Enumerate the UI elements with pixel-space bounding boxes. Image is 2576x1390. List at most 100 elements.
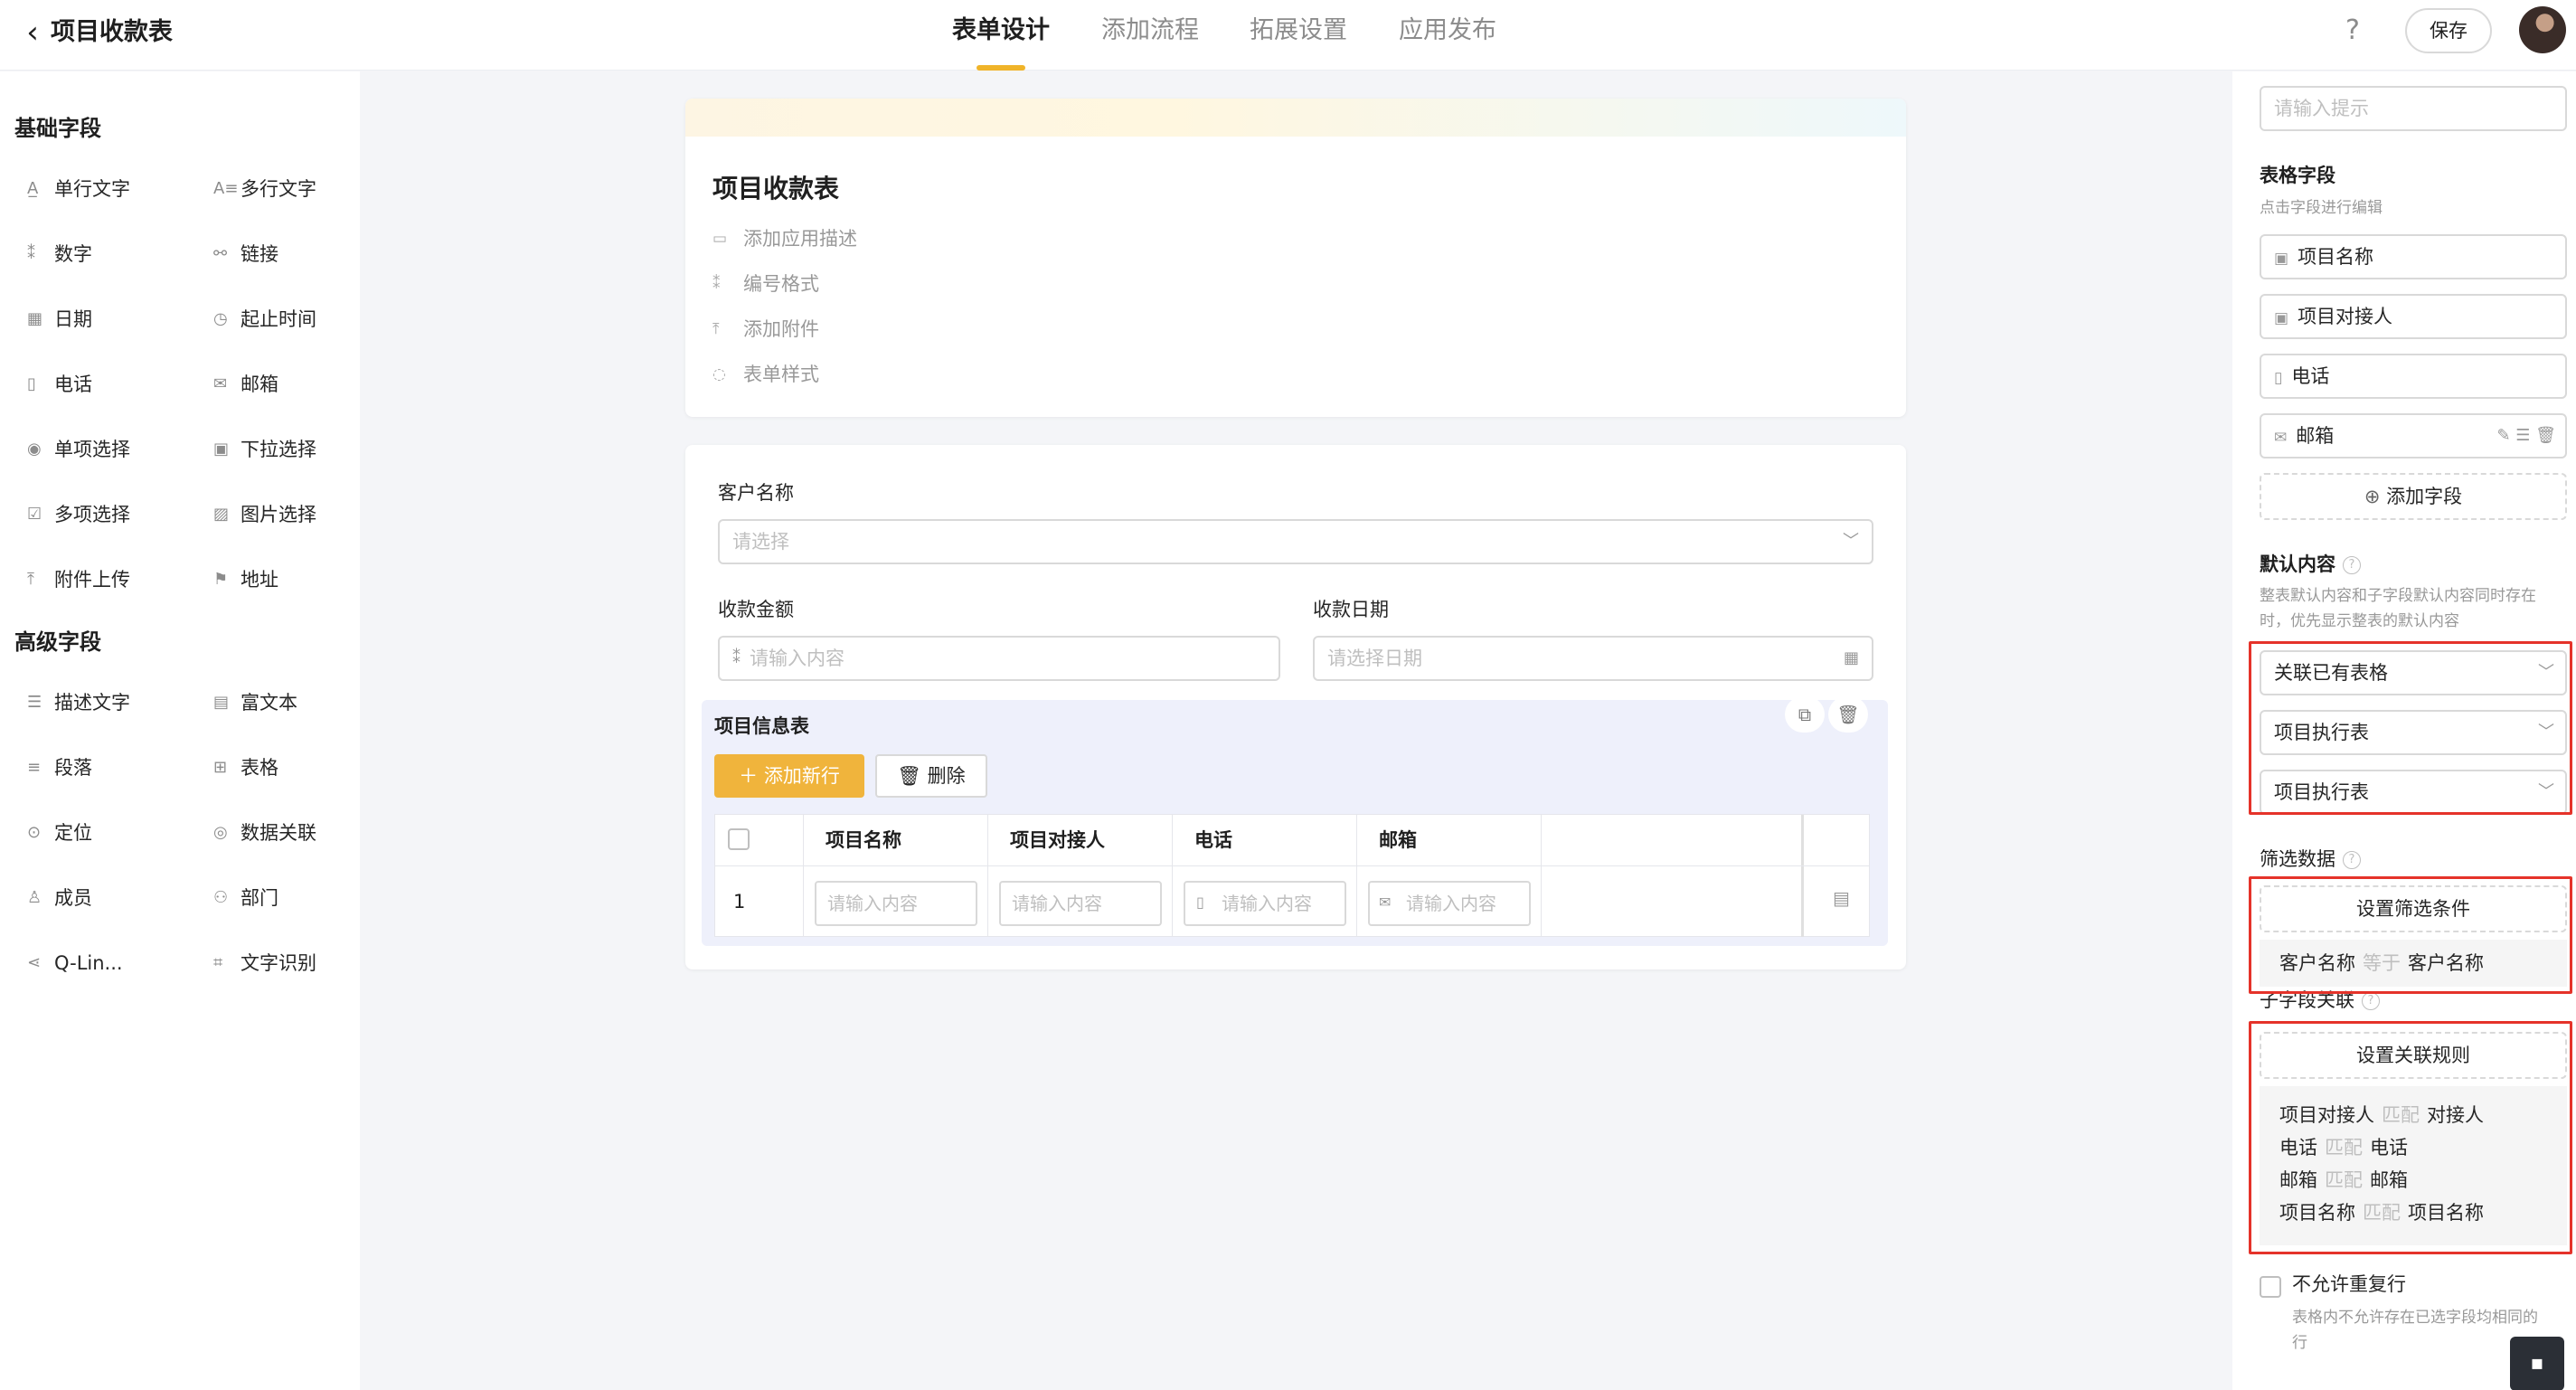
text-field-icon: ▣ [2274, 250, 2289, 268]
field-multi-line-text[interactable]: A≡ 多行文字 [201, 173, 316, 205]
filter-data-label: 筛选数据 [2260, 848, 2335, 870]
add-description-link[interactable]: ▭ 添加应用描述 [712, 225, 857, 252]
field-department[interactable]: ⚇ 部门 [201, 882, 278, 914]
field-paragraph[interactable]: ≡ 段落 [14, 752, 92, 784]
field-multi-choice[interactable]: ☑ 多项选择 [14, 498, 130, 531]
table-field-item[interactable]: ▯ 电话 [2260, 354, 2567, 399]
date-picker[interactable]: 请选择日期 ▦ [1313, 636, 1873, 681]
page-title: 项目收款表 [51, 18, 173, 46]
field-email[interactable]: ✉ 邮箱 [201, 368, 278, 401]
field-location[interactable]: ⊙ 定位 [14, 817, 92, 849]
field-table[interactable]: ⊞ 表格 [201, 752, 278, 784]
copy-icon[interactable]: ⧉ [1785, 696, 1825, 733]
trash-icon[interactable]: 🗑 [2535, 426, 2556, 445]
question-icon[interactable]: ? [2343, 556, 2361, 574]
amount-label: 收款金额 [718, 599, 794, 620]
field-data-link[interactable]: ◎ 数据关联 [201, 817, 316, 849]
meta-label: 编号格式 [743, 273, 819, 295]
drag-handle-icon[interactable]: ☰ [2515, 426, 2530, 445]
add-row-button[interactable]: ＋ 添加新行 [714, 754, 864, 798]
field-single-line-text[interactable]: A̲ 单行文字 [14, 173, 130, 205]
cell-contact: 请输入内容 [988, 866, 1173, 937]
table-field-item[interactable]: ▣ 项目名称 [2260, 234, 2567, 279]
field-label: 地址 [241, 569, 278, 591]
cell-input[interactable]: 请输入内容 [1368, 881, 1531, 926]
field-attachment[interactable]: ⤒ 附件上传 [14, 563, 130, 596]
advanced-fields-title: 高级字段 [14, 629, 101, 655]
field-label: 多项选择 [54, 504, 130, 525]
image-icon: ▨ [213, 505, 230, 524]
cell-input[interactable]: 请输入内容 [1184, 881, 1346, 926]
lines-icon: ☰ [27, 693, 42, 712]
form-header-card[interactable]: 项目收款表 ▭ 添加应用描述 ⁑ 编号格式 ⤒ 添加附件 ◌ 表单样式 [685, 99, 1906, 417]
avatar[interactable] [2519, 6, 2566, 53]
column-header: 项目对接人 [988, 815, 1173, 865]
delete-rows-button[interactable]: 🗑 删除 [875, 754, 987, 798]
field-name: 项目名称 [2298, 246, 2374, 268]
add-attachment-link[interactable]: ⤒ 添加附件 [712, 316, 819, 343]
field-label: Q-Lin... [54, 952, 123, 974]
field-rich-text[interactable]: ▤ 富文本 [201, 686, 297, 719]
field-q-linker[interactable]: ⋖ Q-Lin... [14, 947, 123, 979]
default-content-hint-2: 时，优先显示整表的默认内容 [2260, 612, 2459, 630]
trash-icon[interactable]: 🗑 [1828, 696, 1868, 733]
field-phone[interactable]: ▯ 电话 [14, 368, 92, 401]
chevron-down-icon: ﹀ [1843, 532, 1859, 551]
field-time-range[interactable]: ◷ 起止时间 [201, 303, 316, 336]
add-field-button[interactable]: ⊕ 添加字段 [2260, 473, 2567, 520]
meta-label: 表单样式 [743, 364, 819, 385]
field-image-choice[interactable]: ▨ 图片选择 [201, 498, 316, 531]
cell-input[interactable]: 请输入内容 [815, 881, 977, 926]
field-dropdown[interactable]: ▣ 下拉选择 [201, 433, 316, 466]
default-content-title: 默认内容? [2260, 551, 2361, 578]
field-actions: ✎ ☰ 🗑 [2496, 415, 2556, 457]
question-icon[interactable]: ? [2343, 851, 2361, 869]
field-description[interactable]: ☰ 描述文字 [14, 686, 130, 719]
palette-icon: ◌ [712, 365, 726, 383]
back-chevron-icon[interactable]: ‹ [14, 15, 51, 52]
customer-name-select[interactable]: 请选择 ﹀ [718, 519, 1873, 564]
field-single-choice[interactable]: ◉ 单项选择 [14, 433, 130, 466]
question-icon[interactable]: ? [2362, 992, 2380, 1010]
numbering-format-link[interactable]: ⁑ 编号格式 [712, 270, 819, 298]
field-address[interactable]: ⚑ 地址 [201, 563, 278, 596]
no-duplicate-checkbox[interactable] [2260, 1276, 2281, 1298]
help-icon[interactable]: ? [2345, 13, 2360, 49]
meta-label: 添加附件 [743, 318, 819, 340]
tab-extension-settings[interactable]: 拓展设置 [1250, 13, 1347, 49]
field-link[interactable]: ⚯ 链接 [201, 238, 278, 270]
row-form-icon[interactable]: ▤ [1833, 887, 1850, 909]
select-all-checkbox[interactable] [728, 828, 750, 850]
field-label: 段落 [54, 757, 92, 779]
save-button[interactable]: 保存 [2405, 8, 2492, 53]
field-number[interactable]: ⁑ 数字 [14, 238, 92, 270]
table-field-item[interactable]: ✉ 邮箱 ✎ ☰ 🗑 [2260, 413, 2567, 459]
field-ocr[interactable]: ⌗ 文字识别 [201, 947, 316, 979]
tab-app-publish[interactable]: 应用发布 [1399, 13, 1496, 49]
tab-add-workflow[interactable]: 添加流程 [1101, 13, 1199, 49]
active-tab-indicator [977, 65, 1025, 71]
hint-input[interactable]: 请输入提示 [2260, 86, 2567, 131]
highlight-box-link-rules [2249, 1021, 2572, 1254]
table-icon: ⊞ [213, 758, 228, 777]
field-date[interactable]: ▦ 日期 [14, 303, 92, 336]
form-title[interactable]: 项目收款表 [712, 171, 839, 207]
edit-icon[interactable]: ✎ [2496, 426, 2510, 445]
form-style-link[interactable]: ◌ 表单样式 [712, 361, 819, 388]
table-field-item[interactable]: ▣ 项目对接人 [2260, 294, 2567, 339]
subtable-project-info[interactable]: 项目信息表 ⧉ 🗑 ＋ 添加新行 🗑 删除 项目名称 项目对接人 电话 邮箱 1… [702, 696, 1888, 946]
amount-input[interactable]: ⁑ 请输入内容 [718, 636, 1280, 681]
tab-form-design[interactable]: 表单设计 [952, 13, 1050, 49]
field-label: 日期 [54, 308, 92, 330]
cell-input[interactable]: 请输入内容 [999, 881, 1162, 926]
placeholder: 请选择日期 [1327, 648, 1422, 669]
chat-icon[interactable]: ▪ [2510, 1337, 2564, 1390]
location-flag-icon: ⚑ [213, 570, 229, 589]
org-chart-icon: ⚇ [213, 888, 229, 907]
field-member[interactable]: ♙ 成员 [14, 882, 92, 914]
field-label: 成员 [54, 887, 92, 909]
mail-icon: ✉ [1379, 894, 1392, 911]
link-icon: ⚯ [213, 244, 228, 263]
delete-label: 删除 [927, 765, 966, 787]
cell-email: 请输入内容 ✉ [1357, 866, 1542, 937]
